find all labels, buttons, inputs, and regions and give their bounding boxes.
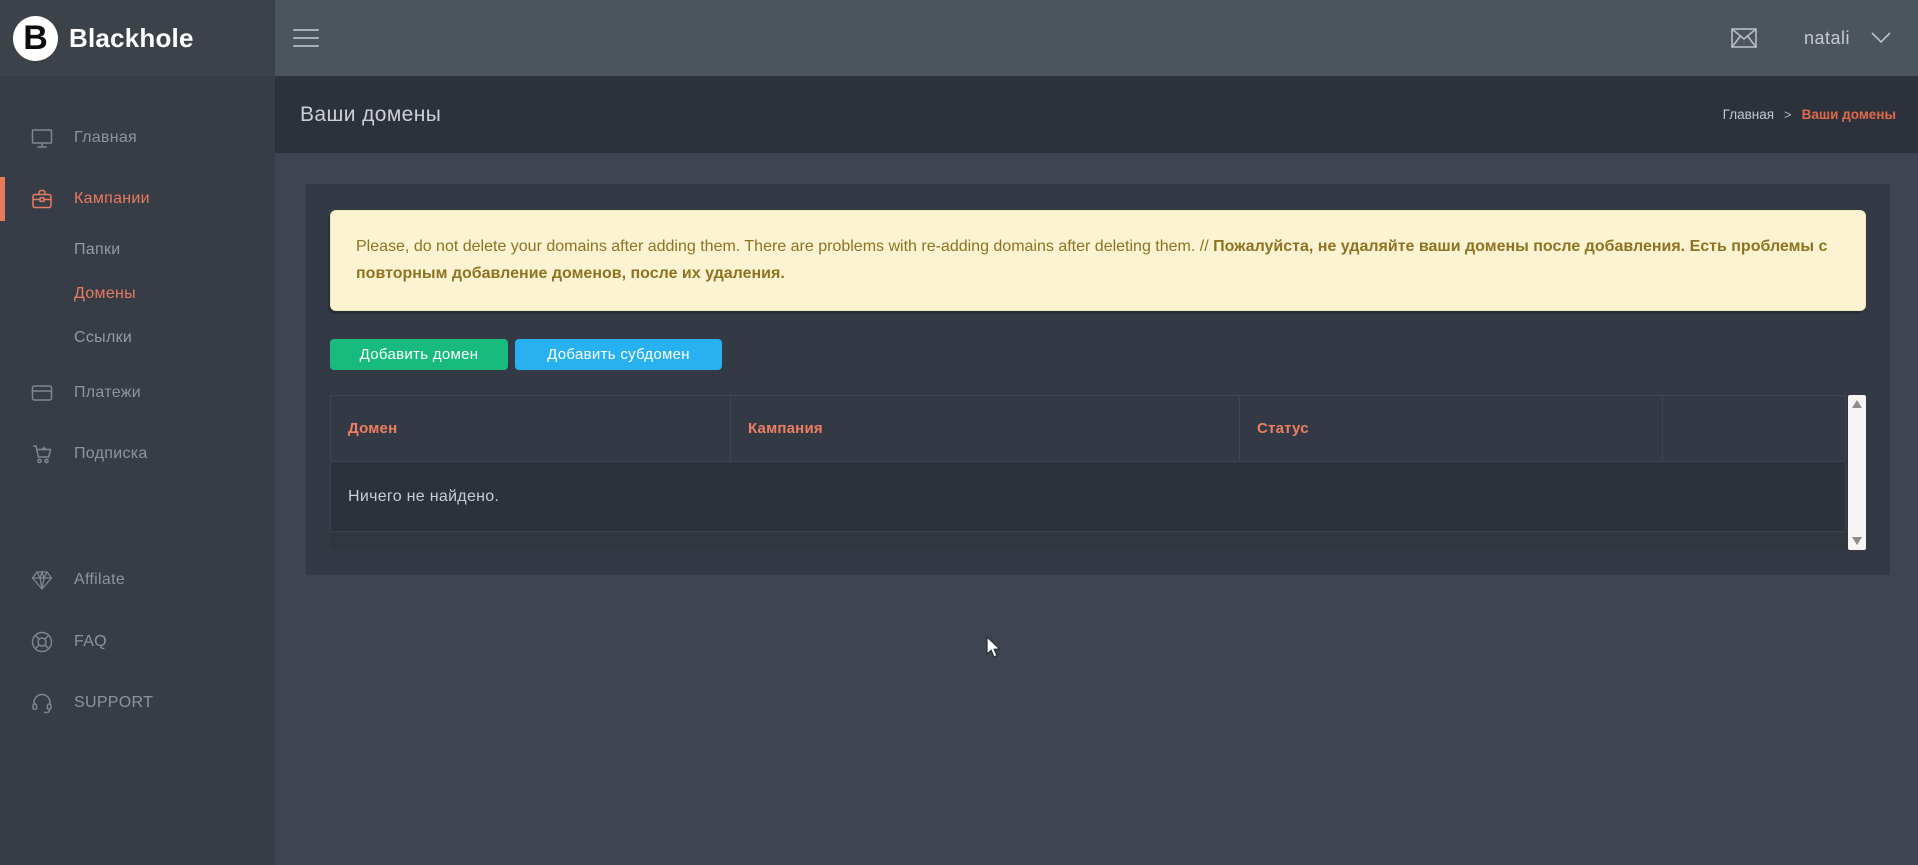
sidebar-item-label: Подписка <box>74 445 148 463</box>
table-scrollbar[interactable] <box>1848 395 1866 550</box>
brand-name: Blackhole <box>69 23 194 54</box>
sidebar-item-payments[interactable]: Платежи <box>0 368 275 418</box>
scroll-down-icon[interactable] <box>1852 537 1862 545</box>
monitor-icon <box>29 125 55 151</box>
sidebar-item-label: FAQ <box>74 633 107 651</box>
sidebar-item-label: Платежи <box>74 384 141 402</box>
domains-table: Домен Кампания Статус Ничего не найдено. <box>330 395 1846 550</box>
table-header-status: Статус <box>1240 396 1663 461</box>
sidebar-item-home[interactable]: Главная <box>0 113 275 163</box>
sidebar-item-links[interactable]: Ссылки <box>0 316 275 360</box>
sidebar-item-folders[interactable]: Папки <box>0 228 275 272</box>
username[interactable]: natali <box>1804 28 1850 49</box>
sidebar-item-label: SUPPORT <box>74 694 153 712</box>
brand-logo[interactable]: B Blackhole <box>0 0 275 76</box>
table-header-domain: Домен <box>331 396 731 461</box>
page-title: Ваши домены <box>300 103 441 127</box>
main-content: Please, do not delete your domains after… <box>275 153 1918 865</box>
page-header: Ваши домены Главная > Ваши домены <box>275 76 1918 153</box>
chevron-down-icon[interactable] <box>1870 31 1892 45</box>
table-header-row: Домен Кампания Статус <box>330 395 1846 462</box>
user-zone: natali <box>1730 26 1892 50</box>
sidebar-item-affilate[interactable]: Affilate <box>0 555 275 605</box>
sidebar-item-faq[interactable]: FAQ <box>0 617 275 667</box>
breadcrumb-home[interactable]: Главная <box>1723 107 1774 122</box>
active-indicator <box>0 177 5 221</box>
credit-card-icon <box>29 380 55 406</box>
sidebar-item-label: Папки <box>74 241 121 259</box>
alert-text-en: Please, do not delete your domains after… <box>356 238 1213 255</box>
breadcrumb: Главная > Ваши домены <box>1723 107 1896 122</box>
sidebar-item-campaigns[interactable]: Кампании <box>0 174 275 224</box>
sidebar: Главная Кампании Папки Домены Ссылки П <box>0 76 275 865</box>
warning-alert: Please, do not delete your domains after… <box>330 210 1866 311</box>
add-domain-button[interactable]: Добавить домен <box>330 339 508 370</box>
domains-table-zone: Домен Кампания Статус Ничего не найдено. <box>330 395 1866 550</box>
table-header-campaign: Кампания <box>731 396 1240 461</box>
sidebar-item-support[interactable]: SUPPORT <box>0 678 275 728</box>
table-empty-row: Ничего не найдено. <box>330 462 1846 532</box>
sidebar-item-label: Главная <box>74 129 137 147</box>
sidebar-item-label: Домены <box>74 285 136 303</box>
diamond-icon <box>29 567 55 593</box>
add-subdomain-button[interactable]: Добавить субдомен <box>515 339 722 370</box>
breadcrumb-separator-icon: > <box>1784 107 1792 122</box>
brand-logo-icon: B <box>13 16 58 61</box>
briefcase-icon <box>29 186 55 212</box>
scroll-up-icon[interactable] <box>1852 400 1862 408</box>
headset-icon <box>29 690 55 716</box>
empty-state-text: Ничего не найдено. <box>348 488 499 506</box>
breadcrumb-current: Ваши домены <box>1802 107 1896 122</box>
top-bar: B Blackhole natali <box>0 0 1918 76</box>
sidebar-item-label: Affilate <box>74 571 125 589</box>
actions-row: Добавить домен Добавить субдомен <box>330 339 1866 370</box>
domains-card: Please, do not delete your domains after… <box>306 184 1890 575</box>
menu-toggle-icon[interactable] <box>293 23 319 53</box>
brand-logo-letter: B <box>23 21 48 55</box>
sidebar-item-label: Кампании <box>74 190 150 208</box>
sidebar-item-label: Ссылки <box>74 329 132 347</box>
sidebar-item-subscription[interactable]: Подписка <box>0 429 275 479</box>
table-header-actions <box>1663 396 1845 461</box>
life-ring-icon <box>29 629 55 655</box>
cart-icon <box>29 441 55 467</box>
sidebar-item-domains[interactable]: Домены <box>0 272 275 316</box>
top-bar-right: natali <box>275 0 1918 76</box>
mail-icon[interactable] <box>1730 26 1758 50</box>
